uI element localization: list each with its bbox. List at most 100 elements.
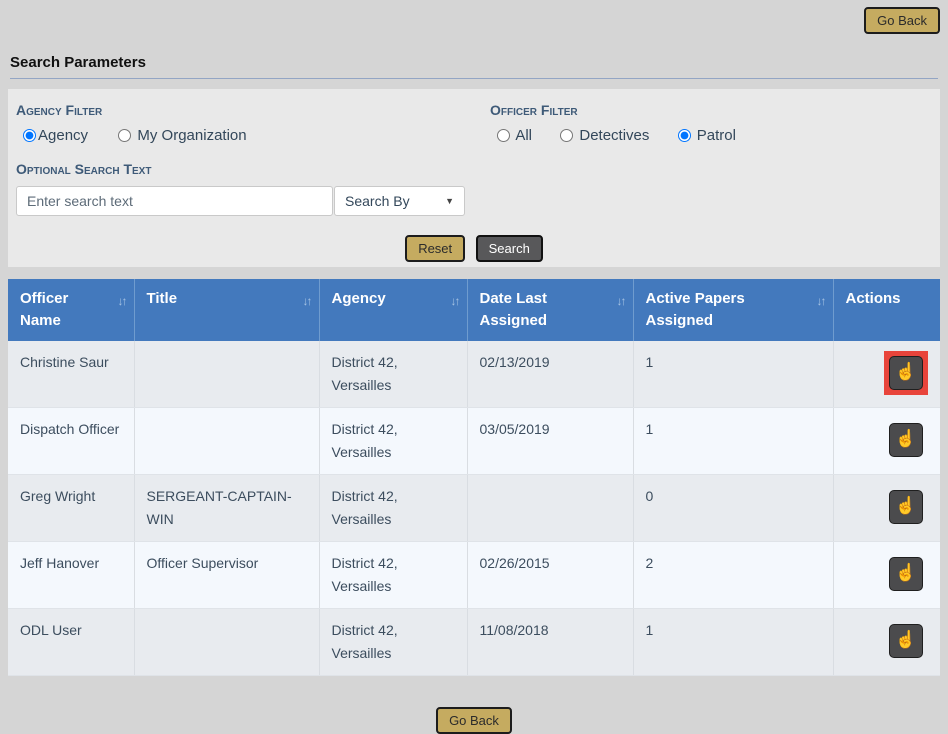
- cell-date-last-assigned: 11/08/2018: [467, 609, 633, 676]
- search-by-dropdown[interactable]: Search By ▼: [334, 186, 465, 216]
- cell-active-papers-assigned: 2: [633, 542, 833, 609]
- cell-date-last-assigned: 03/05/2019: [467, 408, 633, 475]
- search-by-selected-value: Search By: [345, 193, 410, 209]
- sort-icon[interactable]: ↓↑: [118, 290, 126, 312]
- cell-officer-name: ODL User: [8, 609, 134, 676]
- bottom-bar: Go Back: [0, 707, 948, 734]
- column-header-label: Active Papers Assigned: [646, 290, 745, 329]
- hand-pointer-icon: ☝: [895, 429, 916, 448]
- officers-table: Officer Name ↓↑ Title ↓↑ Agency ↓↑ Date Las…: [8, 279, 940, 676]
- radio-detectives-input[interactable]: [560, 129, 573, 142]
- reset-button[interactable]: Reset: [405, 235, 465, 262]
- panel-buttons: Reset Search: [16, 235, 932, 262]
- table-row: Dispatch Officer District 42, Versailles…: [8, 408, 940, 475]
- hand-pointer-icon: ☝: [895, 630, 916, 649]
- column-header-date-last-assigned[interactable]: Date Last Assigned ↓↑: [467, 279, 633, 341]
- radio-my-organization[interactable]: My Organization: [118, 127, 246, 144]
- table-header: Officer Name ↓↑ Title ↓↑ Agency ↓↑ Date Las…: [8, 279, 940, 341]
- column-header-label: Officer Name: [20, 290, 68, 329]
- cell-agency: District 42, Versailles: [319, 341, 467, 408]
- cell-actions: ☝: [833, 408, 940, 475]
- column-header-officer-name[interactable]: Officer Name ↓↑: [8, 279, 134, 341]
- page-title: Search Parameters: [10, 54, 938, 71]
- hand-pointer-icon: ☝: [895, 496, 916, 515]
- column-header-label: Title: [147, 290, 178, 307]
- cell-active-papers-assigned: 1: [633, 341, 833, 408]
- radio-patrol[interactable]: Patrol: [678, 127, 736, 144]
- cell-active-papers-assigned: 0: [633, 475, 833, 542]
- cell-agency: District 42, Versailles: [319, 408, 467, 475]
- sort-icon[interactable]: ↓↑: [303, 290, 311, 312]
- cell-officer-name: Dispatch Officer: [8, 408, 134, 475]
- column-header-title[interactable]: Title ↓↑: [134, 279, 319, 341]
- table-row: Greg Wright SERGEANT-CAPTAIN-WIN Distric…: [8, 475, 940, 542]
- radio-all[interactable]: All: [497, 127, 532, 144]
- hand-pointer-icon: ☝: [895, 563, 916, 582]
- radio-agency[interactable]: Agency: [23, 127, 88, 144]
- cell-officer-name: Jeff Hanover: [8, 542, 134, 609]
- radio-agency-label: Agency: [38, 127, 88, 144]
- top-bar: Go Back: [0, 0, 948, 40]
- cell-actions: ☝: [833, 341, 940, 408]
- select-officer-button[interactable]: ☝: [889, 423, 923, 457]
- heading-divider: [10, 78, 938, 79]
- sort-icon[interactable]: ↓↑: [451, 290, 459, 312]
- officer-filter-options: All Detectives Patrol: [490, 127, 930, 144]
- cell-title: SERGEANT-CAPTAIN-WIN: [134, 475, 319, 542]
- table-header-row: Officer Name ↓↑ Title ↓↑ Agency ↓↑ Date Las…: [8, 279, 940, 341]
- officer-filter-section: Officer Filter All Detectives Patrol: [490, 102, 930, 144]
- cell-title: [134, 609, 319, 676]
- sort-icon[interactable]: ↓↑: [617, 290, 625, 312]
- cell-date-last-assigned: 02/26/2015: [467, 542, 633, 609]
- select-officer-button[interactable]: ☝: [889, 356, 923, 390]
- go-back-button-top[interactable]: Go Back: [864, 7, 940, 34]
- column-header-actions: Actions: [833, 279, 940, 341]
- cell-title: [134, 341, 319, 408]
- radio-all-input[interactable]: [497, 129, 510, 142]
- chevron-down-icon: ▼: [445, 196, 454, 206]
- search-input[interactable]: [16, 186, 333, 216]
- radio-patrol-label: Patrol: [697, 127, 736, 144]
- select-officer-button[interactable]: ☝: [889, 624, 923, 658]
- cell-officer-name: Christine Saur: [8, 341, 134, 408]
- select-officer-button[interactable]: ☝: [889, 490, 923, 524]
- radio-detectives-label: Detectives: [579, 127, 649, 144]
- column-header-active-papers-assigned[interactable]: Active Papers Assigned ↓↑: [633, 279, 833, 341]
- action-highlight: ☝: [884, 351, 928, 395]
- cell-active-papers-assigned: 1: [633, 408, 833, 475]
- cell-agency: District 42, Versailles: [319, 609, 467, 676]
- cell-officer-name: Greg Wright: [8, 475, 134, 542]
- cell-active-papers-assigned: 1: [633, 609, 833, 676]
- cell-date-last-assigned: 02/13/2019: [467, 341, 633, 408]
- radio-my-organization-label: My Organization: [137, 127, 246, 144]
- cell-date-last-assigned: [467, 475, 633, 542]
- radio-detectives[interactable]: Detectives: [560, 127, 649, 144]
- column-header-label: Actions: [846, 290, 901, 307]
- search-parameters-panel: Agency Filter Agency My Organization Off…: [8, 89, 940, 267]
- search-row: Search By ▼: [16, 186, 932, 216]
- cell-actions: ☝: [833, 542, 940, 609]
- table-row: Christine Saur District 42, Versailles 0…: [8, 341, 940, 408]
- cell-title: [134, 408, 319, 475]
- officer-filter-label: Officer Filter: [490, 102, 930, 118]
- radio-my-organization-input[interactable]: [118, 129, 131, 142]
- table-row: ODL User District 42, Versailles 11/08/2…: [8, 609, 940, 676]
- cell-actions: ☝: [833, 609, 940, 676]
- sort-icon[interactable]: ↓↑: [817, 290, 825, 312]
- go-back-button-bottom[interactable]: Go Back: [436, 707, 512, 734]
- search-button[interactable]: Search: [476, 235, 543, 262]
- radio-agency-input[interactable]: [23, 129, 36, 142]
- radio-patrol-input[interactable]: [678, 129, 691, 142]
- select-officer-button[interactable]: ☝: [889, 557, 923, 591]
- optional-search-text-label: Optional Search Text: [16, 161, 932, 177]
- hand-pointer-icon: ☝: [895, 362, 916, 381]
- table-row: Jeff Hanover Officer Supervisor District…: [8, 542, 940, 609]
- cell-title: Officer Supervisor: [134, 542, 319, 609]
- radio-all-label: All: [515, 127, 532, 144]
- cell-actions: ☝: [833, 475, 940, 542]
- cell-agency: District 42, Versailles: [319, 542, 467, 609]
- column-header-label: Date Last Assigned: [480, 290, 548, 329]
- column-header-agency[interactable]: Agency ↓↑: [319, 279, 467, 341]
- table-body: Christine Saur District 42, Versailles 0…: [8, 341, 940, 676]
- column-header-label: Agency: [332, 290, 386, 307]
